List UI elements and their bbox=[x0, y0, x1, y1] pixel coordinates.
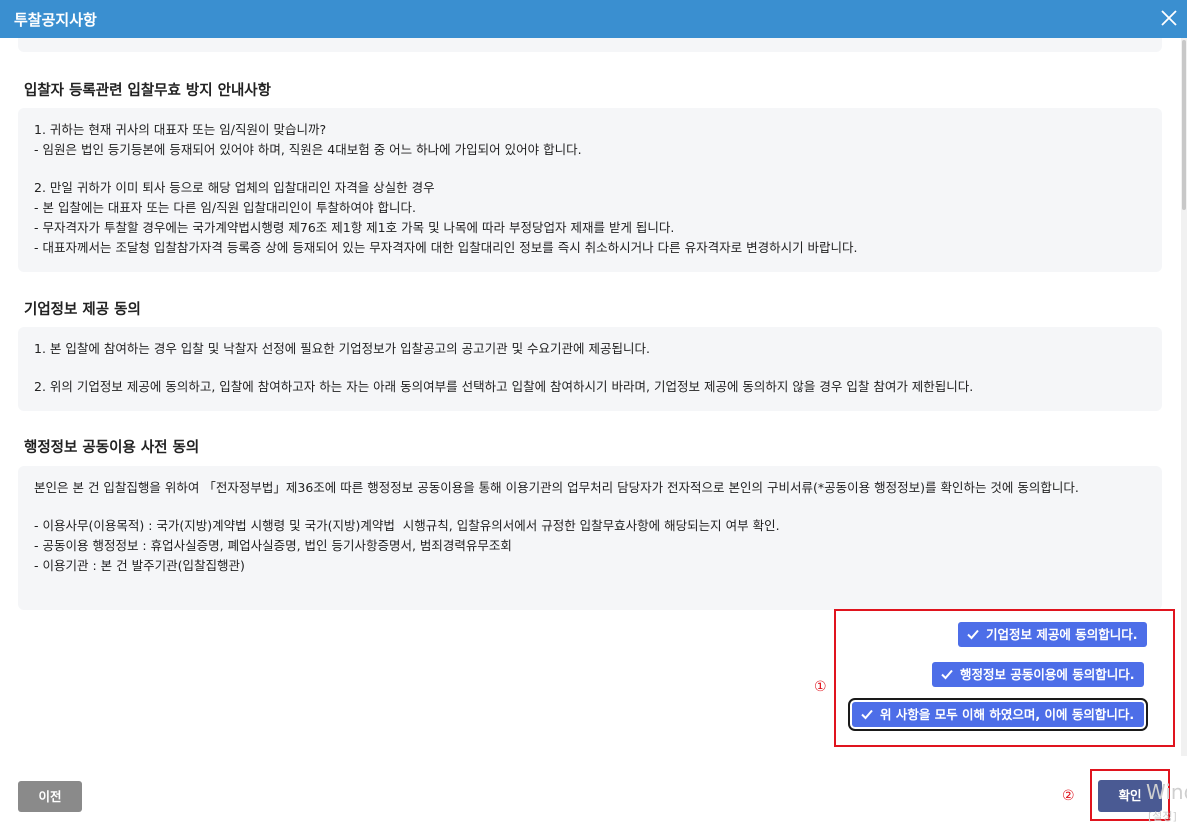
scrollbar-thumb[interactable] bbox=[1182, 40, 1186, 210]
agree-all-label: 위 사항을 모두 이해 하였으며, 이에 동의합니다. bbox=[880, 707, 1135, 722]
notice-line: 2. 위의 기업정보 제공에 동의하고, 입찰에 참여하고자 하는 자는 아래 … bbox=[34, 379, 974, 394]
notice-line: 1. 귀하는 현재 귀사의 대표자 또는 임/직원이 맞습니까? bbox=[34, 122, 327, 137]
registration-notice-box: 1. 귀하는 현재 귀사의 대표자 또는 임/직원이 맞습니까? - 임원은 법… bbox=[18, 108, 1162, 272]
agree-admin-info-label: 행정정보 공동이용에 동의합니다. bbox=[960, 667, 1135, 682]
windows-watermark: Wind bbox=[1146, 780, 1187, 804]
notice-line: - 공동이용 행정정보 : 휴업사실증명, 폐업사실증명, 법인 등기사항증명서… bbox=[34, 538, 512, 553]
check-icon bbox=[860, 704, 874, 720]
agree-all-button[interactable]: 위 사항을 모두 이해 하였으며, 이에 동의합니다. bbox=[847, 698, 1149, 731]
close-icon[interactable] bbox=[1158, 7, 1180, 29]
previous-content-box bbox=[18, 38, 1162, 52]
check-icon bbox=[940, 664, 954, 680]
agree-company-info-button[interactable]: 기업정보 제공에 동의합니다. bbox=[958, 622, 1148, 647]
registration-heading: 입찰자 등록관련 입찰무효 방지 안내사항 bbox=[24, 83, 271, 99]
dialog-titlebar: 투찰공지사항 bbox=[0, 0, 1187, 38]
marker-one: ① bbox=[814, 679, 827, 695]
admin-info-box: 본인은 본 건 입찰집행을 위하여 「전자정부법」제36조에 따른 행정정보 공… bbox=[18, 466, 1162, 610]
notice-line: - 본 입찰에는 대표자 또는 다른 임/직원 입찰대리인이 투찰하여야 합니다… bbox=[34, 200, 416, 215]
windows-watermark-sub: [설정] bbox=[1148, 810, 1177, 823]
notice-intro: 본인은 본 건 입찰집행을 위하여 「전자정부법」제36조에 따른 행정정보 공… bbox=[34, 480, 1079, 495]
notice-line: - 이용기관 : 본 건 발주기관(입찰집행관) bbox=[34, 558, 245, 573]
check-icon bbox=[966, 624, 980, 640]
company-info-box: 1. 본 입찰에 참여하는 경우 입찰 및 낙찰자 선정에 필요한 기업정보가 … bbox=[18, 327, 1162, 411]
prev-button[interactable]: 이전 bbox=[18, 781, 82, 812]
marker-two: ② bbox=[1062, 788, 1075, 804]
agree-admin-info-button[interactable]: 행정정보 공동이용에 동의합니다. bbox=[932, 662, 1145, 687]
notice-line: 2. 만일 귀하가 이미 퇴사 등으로 해당 업체의 입찰대리인 자격을 상실한… bbox=[34, 180, 435, 195]
notice-line: 1. 본 입찰에 참여하는 경우 입찰 및 낙찰자 선정에 필요한 기업정보가 … bbox=[34, 341, 651, 356]
notice-line: - 무자격자가 투찰할 경우에는 국가계약법시행령 제76조 제1항 제1호 가… bbox=[34, 220, 675, 235]
notice-line: - 이용사무(이용목적) : 국가(지방)계약법 시행령 및 국가(지방)계약법… bbox=[34, 518, 780, 533]
company-info-heading: 기업정보 제공 동의 bbox=[24, 302, 141, 318]
admin-info-heading: 행정정보 공동이용 사전 동의 bbox=[24, 440, 200, 456]
dialog-title: 투찰공지사항 bbox=[14, 11, 97, 29]
notice-line: - 임원은 법인 등기등본에 등재되어 있어야 하며, 직원은 4대보험 중 어… bbox=[34, 142, 582, 157]
notice-line: - 대표자께서는 조달청 입찰참가자격 등록증 상에 등재되어 있는 무자격자에… bbox=[34, 240, 858, 255]
agree-company-info-label: 기업정보 제공에 동의합니다. bbox=[986, 627, 1138, 642]
